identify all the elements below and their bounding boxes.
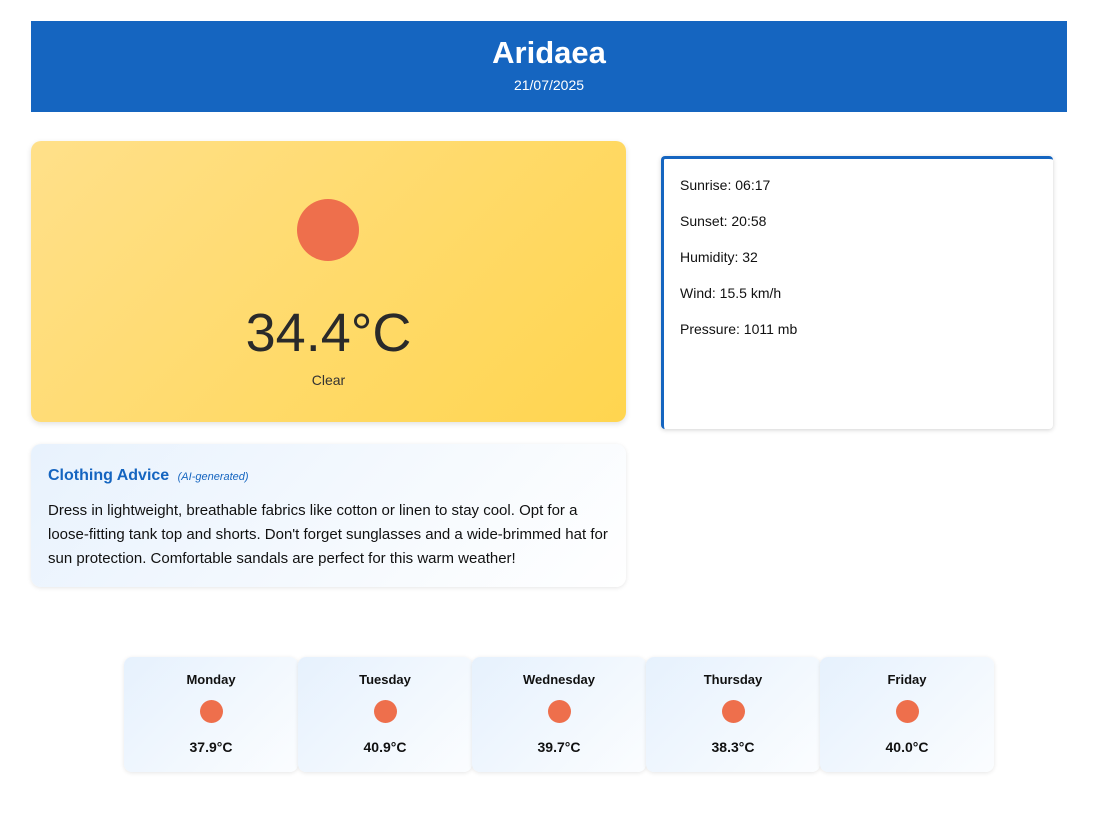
advice-title: Clothing Advice — [48, 467, 170, 484]
header-bar: Aridaea 21/07/2025 — [31, 21, 1067, 112]
forecast-card-friday: Friday 40.0°C — [820, 657, 994, 772]
forecast-card-tuesday: Tuesday 40.9°C — [298, 657, 472, 772]
forecast-day: Thursday — [703, 672, 763, 687]
date-label: 21/07/2025 — [513, 77, 585, 93]
pressure-text: Pressure: 1011 mb — [680, 321, 798, 337]
forecast-temp: 38.3°C — [711, 739, 755, 755]
sun-icon — [374, 700, 397, 723]
advice-text: Dress in lightweight, breathable fabrics… — [48, 502, 608, 567]
forecast-day: Friday — [887, 672, 927, 687]
sun-icon — [548, 700, 571, 723]
clothing-advice-card: Clothing Advice (AI-generated) Dress in … — [31, 444, 626, 587]
current-temperature: 34.4°C — [245, 303, 412, 363]
forecast-day: Wednesday — [522, 672, 595, 687]
ai-generated-tag: (AI-generated) — [177, 471, 249, 483]
sun-icon — [297, 199, 359, 261]
forecast-temp: 40.0°C — [885, 739, 929, 755]
weather-details-card: Sunrise: 06:17 Sunset: 20:58 Humidity: 3… — [661, 156, 1053, 429]
wind-text: Wind: 15.5 km/h — [680, 285, 782, 301]
sun-icon — [200, 700, 223, 723]
sunrise-text: Sunrise: 06:17 — [680, 177, 771, 193]
current-weather-card: 34.4°C Clear — [31, 141, 626, 422]
forecast-day: Monday — [186, 672, 236, 687]
forecast-card-thursday: Thursday 38.3°C — [646, 657, 820, 772]
sun-icon — [722, 700, 745, 723]
forecast-temp: 40.9°C — [363, 739, 407, 755]
sun-icon — [896, 700, 919, 723]
forecast-row: Monday 37.9°C Tuesday 40.9°C Wednesday 3… — [124, 657, 996, 772]
city-title: Aridaea — [492, 35, 606, 70]
sunset-text: Sunset: 20:58 — [680, 213, 767, 229]
forecast-day: Tuesday — [359, 672, 411, 687]
forecast-card-monday: Monday 37.9°C — [124, 657, 298, 772]
forecast-temp: 37.9°C — [189, 739, 233, 755]
current-condition: Clear — [311, 372, 346, 388]
forecast-temp: 39.7°C — [537, 739, 581, 755]
humidity-text: Humidity: 32 — [680, 249, 758, 265]
forecast-card-wednesday: Wednesday 39.7°C — [472, 657, 646, 772]
